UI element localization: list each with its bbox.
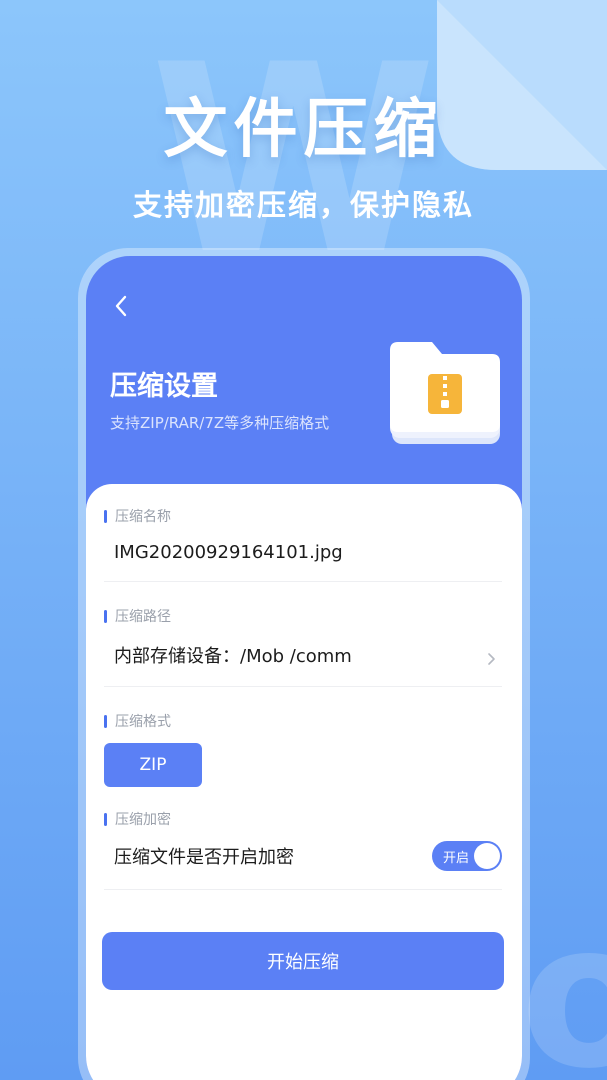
- encrypt-label: 压缩加密: [115, 812, 171, 828]
- label-marker: [104, 609, 107, 623]
- banner-subtitle: 支持加密压缩，保护隐私: [132, 188, 474, 222]
- path-label: 压缩路径: [115, 609, 171, 625]
- label-marker: [104, 509, 107, 523]
- settings-card: 压缩名称 IMG20200929164101.jpg 压缩路径 内部存储设备：/…: [86, 484, 522, 1080]
- name-label: 压缩名称: [115, 509, 171, 525]
- encrypt-toggle[interactable]: 开启: [432, 841, 502, 871]
- format-zip-button[interactable]: ZIP: [104, 743, 202, 787]
- toggle-knob: [474, 843, 500, 869]
- format-label: 压缩格式: [115, 714, 171, 730]
- divider: [104, 889, 502, 890]
- path-section[interactable]: 压缩路径 内部存储设备：/Mob /comm: [104, 582, 502, 687]
- toggle-label: 开启: [443, 851, 470, 866]
- name-section: 压缩名称 IMG20200929164101.jpg: [104, 484, 502, 582]
- banner-title: 文件压缩: [163, 93, 444, 167]
- encrypt-section: 压缩加密 压缩文件是否开启加密 开启: [104, 787, 502, 890]
- label-marker: [104, 714, 107, 728]
- background-letter-o: o: [520, 880, 607, 1080]
- phone-screen: 压缩设置 支持ZIP/RAR/7Z等多种压缩格式 压缩名称 IMG2020092…: [86, 256, 522, 1080]
- screen-title: 压缩设置: [110, 371, 218, 402]
- start-compress-button[interactable]: 开始压缩: [102, 932, 504, 990]
- screen-subtitle: 支持ZIP/RAR/7Z等多种压缩格式: [110, 414, 330, 432]
- label-marker: [104, 812, 107, 826]
- chevron-left-icon[interactable]: [108, 292, 136, 320]
- zip-folder-icon: [390, 342, 500, 444]
- path-value[interactable]: 内部存储设备：/Mob /comm: [104, 642, 502, 668]
- name-field[interactable]: IMG20200929164101.jpg: [104, 542, 502, 563]
- chevron-right-icon[interactable]: [484, 652, 498, 666]
- phone-frame: 压缩设置 支持ZIP/RAR/7Z等多种压缩格式 压缩名称 IMG2020092…: [78, 248, 530, 1080]
- format-section: 压缩格式 ZIP: [104, 687, 502, 787]
